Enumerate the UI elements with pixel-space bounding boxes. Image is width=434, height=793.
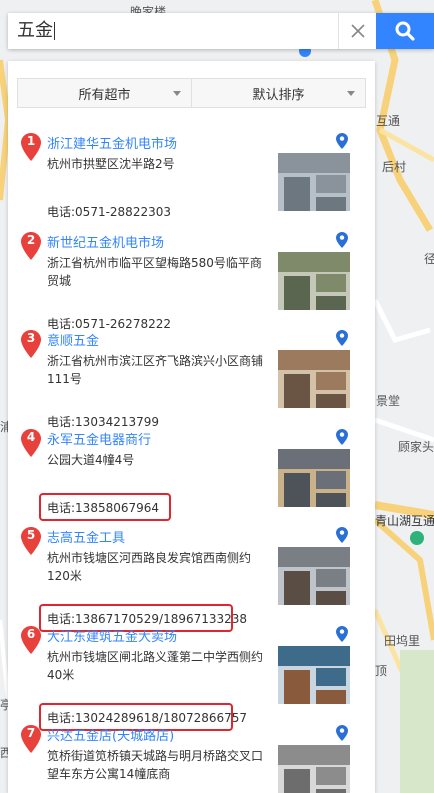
map-pin-icon[interactable] bbox=[336, 626, 348, 642]
filter-label: 默认排序 bbox=[252, 87, 305, 103]
close-icon bbox=[350, 24, 365, 38]
map-label: 互通 bbox=[376, 114, 401, 128]
map-label: 田坞里 bbox=[384, 634, 421, 648]
map-pin-icon[interactable] bbox=[336, 133, 348, 149]
store-photo[interactable] bbox=[278, 745, 350, 793]
marker-number: 7 bbox=[26, 726, 36, 740]
result-item[interactable]: 5 志高五金工具 杭州市钱塘区河西路良发宾馆西南侧约120米 电话:138671705… bbox=[8, 527, 375, 632]
result-address: 笕桥街道笕桥镇天城路与明月桥路交叉口望车东方公寓14幢底商 bbox=[47, 749, 264, 781]
result-name-link[interactable]: 永军五金电器商行 bbox=[47, 429, 151, 448]
result-address: 浙江省杭州市滨江区齐飞路滨兴小区商铺111号 bbox=[47, 354, 264, 386]
map-pin-icon[interactable] bbox=[336, 725, 348, 741]
map-label: 后村 bbox=[382, 160, 407, 174]
result-item[interactable]: 3 意顺五金浙江省杭州市滨江区齐飞路滨兴小区商铺111号电话:1303421379… bbox=[8, 330, 375, 429]
map-label: 顶 bbox=[375, 664, 388, 678]
dropdown-arrow-icon bbox=[347, 91, 355, 96]
search-button[interactable] bbox=[376, 13, 434, 49]
result-address: 杭州市拱墅区沈半路2号 bbox=[47, 157, 175, 171]
clear-button[interactable] bbox=[338, 13, 376, 49]
search-input[interactable]: 五金 bbox=[8, 13, 338, 49]
result-name-link[interactable]: 新世纪五金机电市场 bbox=[47, 232, 164, 251]
marker-number: 1 bbox=[26, 134, 36, 148]
result-address: 杭州市钱塘区闸北路义蓬第二中学西侧约40米 bbox=[47, 650, 264, 682]
store-photo[interactable] bbox=[278, 153, 350, 211]
marker-number: 4 bbox=[26, 430, 36, 444]
store-photo[interactable] bbox=[278, 449, 350, 507]
search-icon bbox=[395, 21, 415, 41]
results-panel: 所有超市 默认排序 1 浙江建华五金机电市场杭州市拱墅区沈半路2号 电话:0571-… bbox=[8, 61, 375, 793]
result-name-link[interactable]: 浙江建华五金机电市场 bbox=[47, 133, 177, 152]
marker-number: 3 bbox=[26, 331, 36, 345]
dropdown-arrow-icon bbox=[173, 91, 181, 96]
result-address: 浙江省杭州市临平区望梅路580号临平商贸城 bbox=[47, 256, 262, 288]
map-pin-icon[interactable] bbox=[336, 330, 348, 346]
store-photo[interactable] bbox=[278, 646, 350, 704]
map-pin-icon[interactable] bbox=[336, 527, 348, 543]
text-caret bbox=[54, 22, 55, 40]
result-name-link[interactable]: 兴达五金店(天城路店) bbox=[47, 725, 174, 744]
result-item[interactable]: 4 永军五金电器商行 公园大道4幢4号 电话:13858067964 bbox=[8, 429, 375, 528]
result-item[interactable]: 7 兴达五金店(天城路店) 笕桥街道笕桥镇天城路与明月桥路交叉口望车东方公寓14幢底… bbox=[8, 725, 375, 793]
result-address: 杭州市钱塘区河西路良发宾馆西南侧约120米 bbox=[47, 551, 252, 583]
result-name-link[interactable]: 志高五金工具 bbox=[47, 527, 125, 546]
store-photo[interactable] bbox=[278, 350, 350, 408]
search-query-text: 五金 bbox=[17, 20, 53, 41]
result-item[interactable]: 1 浙江建华五金机电市场杭州市拱墅区沈半路2号 电话:0571-28822303 bbox=[8, 133, 375, 232]
result-name-link[interactable]: 意顺五金 bbox=[47, 330, 99, 349]
result-address: 公园大道4幢4号 bbox=[47, 453, 135, 467]
category-filter-dropdown[interactable]: 所有超市 bbox=[18, 79, 191, 107]
map-label: 顾家头 bbox=[398, 440, 434, 454]
marker-number: 5 bbox=[26, 528, 36, 542]
filter-bar: 所有超市 默认排序 bbox=[17, 78, 366, 108]
result-item[interactable]: 6 大江东建筑五金大卖场 杭州市钱塘区闸北路义蓬第二中学西侧约40米 电话:13024… bbox=[8, 626, 375, 731]
marker-number: 2 bbox=[26, 233, 36, 247]
result-item[interactable]: 2 新世纪五金机电市场 浙江省杭州市临平区望梅路580号临平商贸城 电话:0571-2… bbox=[8, 232, 375, 331]
store-photo[interactable] bbox=[278, 252, 350, 310]
phone-highlight-box bbox=[39, 493, 171, 521]
marker-number: 6 bbox=[26, 627, 36, 641]
result-name-link[interactable]: 大江东建筑五金大卖场 bbox=[47, 626, 177, 645]
map-label: 径 bbox=[424, 252, 434, 266]
result-phone: 电话:0571-28822303 bbox=[47, 205, 171, 219]
map-pin-icon[interactable] bbox=[336, 429, 348, 445]
map-label: 景堂 bbox=[376, 394, 401, 408]
sort-dropdown[interactable]: 默认排序 bbox=[191, 79, 365, 107]
search-bar: 五金 bbox=[8, 13, 434, 49]
filter-label: 所有超市 bbox=[78, 87, 131, 103]
result-phone: 电话:13034213799 bbox=[47, 415, 160, 429]
store-photo[interactable] bbox=[278, 547, 350, 605]
map-pin-icon[interactable] bbox=[336, 232, 348, 248]
map-label: 青山湖互通 bbox=[375, 514, 434, 528]
